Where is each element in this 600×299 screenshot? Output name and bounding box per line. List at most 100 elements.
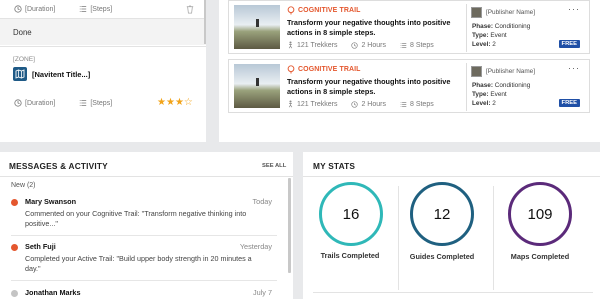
stats-title: MY STATS — [313, 161, 356, 171]
maps-completed-ring: 109 — [508, 182, 572, 246]
stats-bottom-line — [313, 292, 593, 293]
zone-label: [ZONE] — [13, 56, 35, 63]
star-empty-icon: ☆ — [183, 97, 193, 108]
message-date: Today — [252, 197, 272, 206]
zone-row-2-duration: [Duration] — [25, 99, 56, 107]
message-item[interactable]: Jonathan Marks July 7 — [0, 282, 290, 299]
trail-thumbnail — [234, 64, 280, 108]
zone-divider — [0, 46, 206, 47]
map-icon — [13, 67, 27, 81]
message-date: July 7 — [252, 288, 272, 297]
trails-completed-label: Trails Completed — [320, 251, 380, 260]
unread-dot — [11, 244, 18, 251]
messages-scrollbar[interactable] — [288, 178, 291, 273]
zone-row-2-steps: [Steps] — [90, 99, 113, 107]
trash-icon[interactable] — [186, 5, 194, 14]
message-sender: Jonathan Marks — [25, 288, 81, 297]
clock-icon — [351, 100, 359, 108]
message-body: Completed your Active Trail: "Build uppe… — [25, 254, 252, 273]
stats-col-divider — [398, 186, 399, 290]
type-label: Type: — [472, 32, 489, 39]
star-filled-icon: ★ — [165, 97, 175, 108]
stats-col-divider — [493, 186, 494, 290]
list-icon — [80, 100, 87, 106]
guides-completed-ring: 12 — [410, 182, 474, 246]
trail-steps: 8 Steps — [409, 100, 434, 108]
clock-icon — [351, 41, 359, 49]
zone-panel: [Duration] [Steps] Done [ZONE] [Navitent… — [0, 0, 206, 142]
trail-card[interactable]: COGNITIVE TRAIL Transform your negative … — [228, 0, 590, 54]
zone-scrollbar[interactable] — [204, 0, 206, 44]
trail-pin-icon — [287, 6, 295, 15]
level-value: 2 — [492, 100, 496, 107]
phase-label: Phase: — [472, 23, 493, 30]
publisher-name[interactable]: [Publisher Name] — [486, 9, 535, 16]
message-date: Yesterday — [239, 242, 272, 251]
publisher-avatar — [471, 7, 482, 18]
type-label: Type: — [472, 91, 489, 98]
more-options-icon[interactable]: ··· — [568, 63, 580, 73]
level-label: Level: — [472, 100, 491, 107]
trail-trekkers: 121 Trekkers — [297, 100, 338, 108]
message-item[interactable]: Seth Fuji Yesterday Completed your Activ… — [0, 237, 290, 281]
stats-header-divider — [303, 176, 600, 177]
phase-label: Phase: — [472, 82, 493, 89]
trail-thumbnail — [234, 5, 280, 49]
trail-trekkers: 121 Trekkers — [297, 41, 338, 49]
publisher-box: [Publisher Name] Phase: Conditioning Typ… — [466, 4, 586, 52]
read-dot — [11, 290, 18, 297]
list-icon — [400, 42, 407, 48]
new-count-label: New (2) — [11, 182, 36, 189]
done-label: Done — [13, 28, 32, 37]
trail-title[interactable]: Transform your negative thoughts into po… — [287, 77, 463, 97]
type-value: Event — [490, 91, 507, 98]
trails-completed-ring: 16 — [319, 182, 383, 246]
trail-title[interactable]: Transform your negative thoughts into po… — [287, 18, 463, 38]
see-all-link[interactable]: SEE ALL — [262, 163, 286, 169]
navitent-title[interactable]: [Navitent Title...] — [32, 70, 90, 79]
message-sender: Seth Fuji — [25, 242, 56, 251]
trail-card[interactable]: COGNITIVE TRAIL Transform your negative … — [228, 59, 590, 113]
messages-header-divider — [0, 176, 293, 177]
message-item[interactable]: Mary Swanson Today Commented on your Cog… — [0, 192, 290, 236]
publisher-box: [Publisher Name] Phase: Conditioning Typ… — [466, 63, 586, 111]
hiker-icon — [288, 41, 293, 49]
star-rating[interactable]: ★★★☆ — [157, 97, 193, 108]
hiker-icon — [288, 100, 293, 108]
done-row[interactable]: Done — [0, 19, 206, 45]
message-sender: Mary Swanson — [25, 197, 77, 206]
zone-row-1-duration: [Duration] — [25, 5, 56, 13]
publisher-name[interactable]: [Publisher Name] — [486, 68, 535, 75]
trail-pin-icon — [287, 65, 295, 74]
trail-type-label: COGNITIVE TRAIL — [298, 66, 361, 73]
trail-steps: 8 Steps — [409, 41, 434, 49]
clock-icon — [14, 99, 22, 107]
messages-panel: MESSAGES & ACTIVITY SEE ALL New (2) Mary… — [0, 152, 293, 299]
trail-meta: 121 Trekkers 2 Hours 8 Steps — [287, 41, 434, 49]
more-options-icon[interactable]: ··· — [568, 4, 580, 14]
phase-value: Conditioning — [494, 82, 531, 89]
star-filled-icon: ★ — [174, 97, 184, 108]
trail-meta: 121 Trekkers 2 Hours 8 Steps — [287, 100, 434, 108]
level-label: Level: — [472, 41, 491, 48]
messages-title: MESSAGES & ACTIVITY — [9, 161, 108, 171]
trail-hours: 2 Hours — [361, 100, 386, 108]
level-value: 2 — [492, 41, 496, 48]
message-divider — [11, 235, 277, 236]
star-filled-icon: ★ — [157, 97, 166, 108]
trail-type-label: COGNITIVE TRAIL — [298, 7, 361, 14]
zone-row-1-steps: [Steps] — [90, 5, 113, 13]
message-body: Commented on your Cognitive Trail: "Tran… — [25, 209, 247, 228]
unread-dot — [11, 199, 18, 206]
type-value: Event — [490, 32, 507, 39]
list-icon — [400, 101, 407, 107]
phase-value: Conditioning — [494, 23, 531, 30]
list-icon — [80, 6, 87, 12]
free-badge: FREE — [558, 99, 580, 107]
trail-hours: 2 Hours — [361, 41, 386, 49]
message-divider — [11, 280, 277, 281]
maps-completed-label: Maps Completed — [510, 252, 570, 261]
clock-icon — [14, 5, 22, 13]
zone-row-1-meta: [Duration] [Steps] — [14, 5, 112, 13]
free-badge: FREE — [558, 40, 580, 48]
